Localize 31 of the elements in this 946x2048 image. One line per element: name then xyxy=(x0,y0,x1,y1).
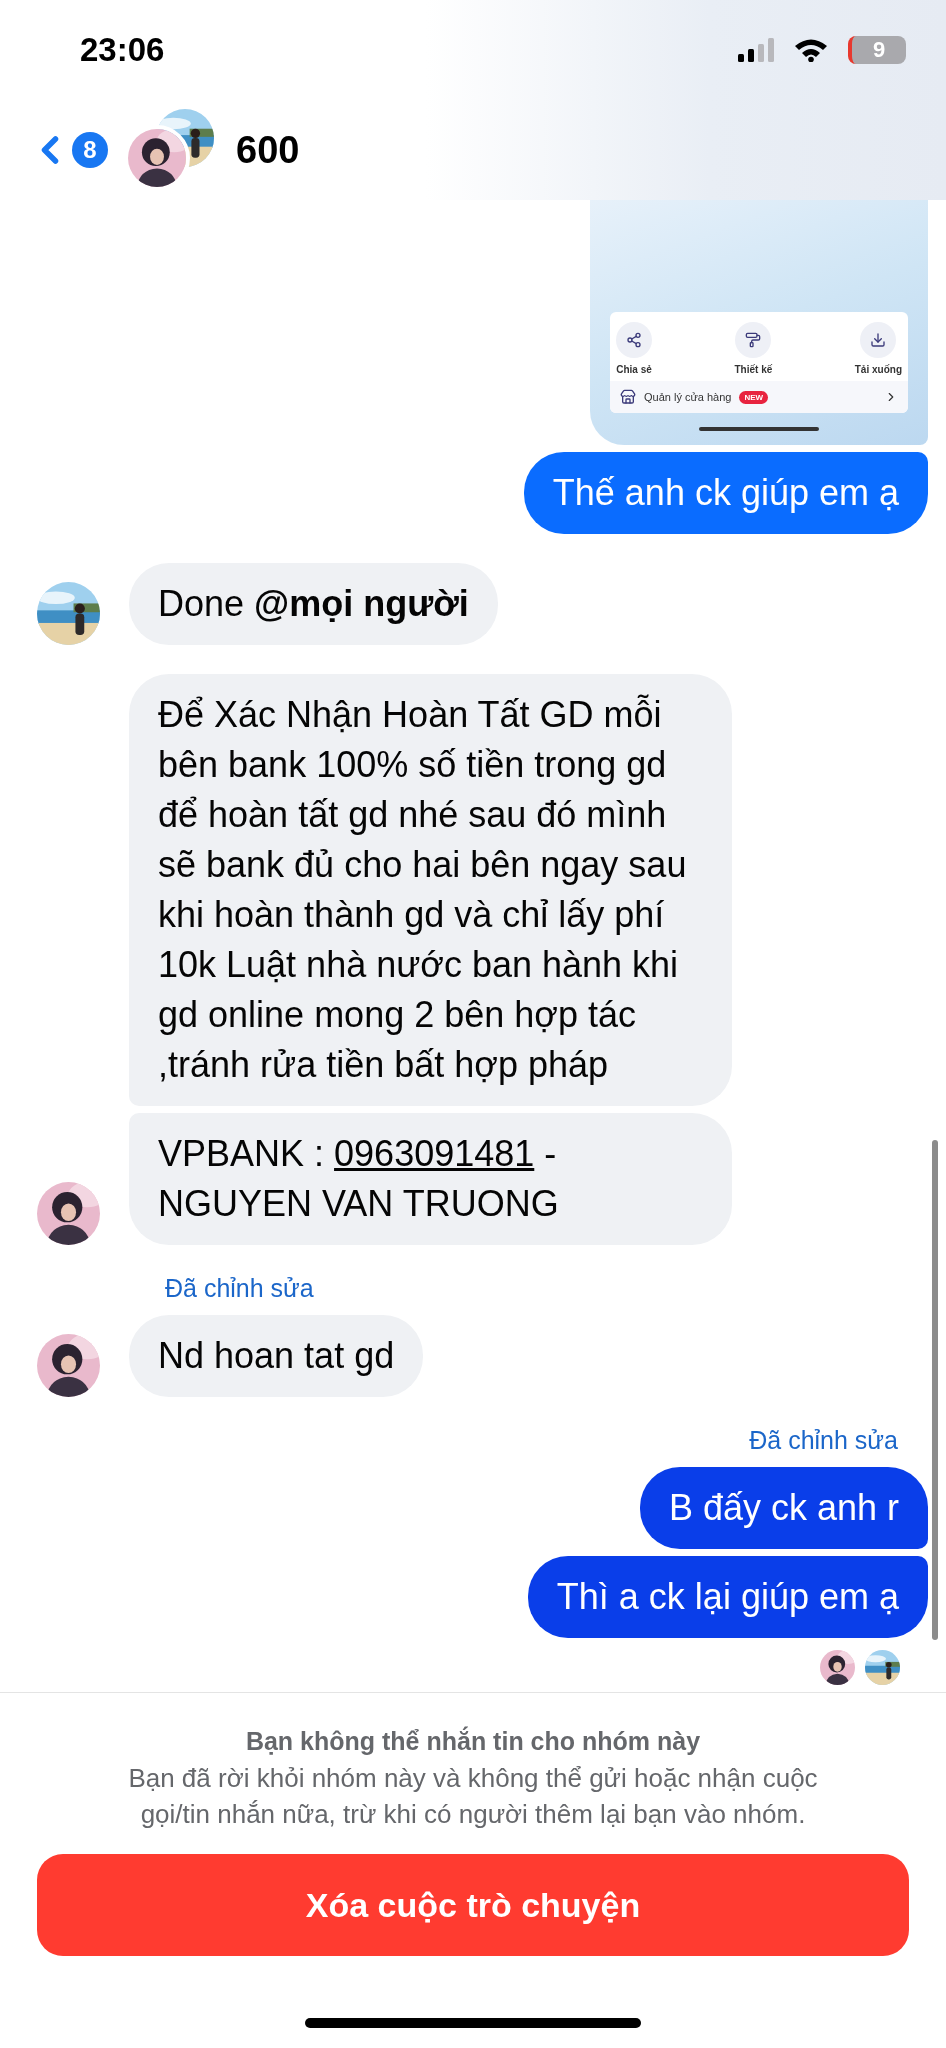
group-title: 600 xyxy=(236,128,300,172)
edited-label: Đã chỉnh sửa xyxy=(749,1426,898,1455)
action-label: Tải xuống xyxy=(854,364,902,375)
action-label: Thiết kế xyxy=(734,364,773,375)
store-label: Quản lý cửa hàng xyxy=(644,391,732,403)
status-time: 23:06 xyxy=(80,31,165,69)
message-text: Done @mọi người xyxy=(158,583,469,624)
battery-indicator: 9 xyxy=(848,36,906,64)
message-text: VPBANK : 0963091481 - NGUYEN VAN TRUONG xyxy=(158,1133,559,1224)
message-text: Nd hoan tat gd xyxy=(158,1335,395,1376)
store-icon xyxy=(620,389,636,405)
paint-roller-icon[interactable] xyxy=(735,322,772,358)
message-text: Thế anh ck giúp em ạ xyxy=(552,472,899,513)
back-button[interactable]: 8 xyxy=(28,128,108,172)
shared-screenshot[interactable]: Chia sẻ Thiết kế Tải xuống Quản lý cửa hàng NEW xyxy=(590,200,928,445)
share-icon[interactable] xyxy=(616,322,652,358)
action-label: Chia sẻ xyxy=(616,364,652,375)
notice-text: Bạn đã rời khỏi nhóm này và không thể gửi hoặc nhận cuộc gọi/tin nhắn nữa, trừ khi có người thêm lại bạn vào nhóm. xyxy=(127,1762,819,1831)
download-icon[interactable] xyxy=(860,322,897,358)
edited-label: Đã chỉnh sửa xyxy=(165,1274,315,1303)
message-text: B đấy ck anh r xyxy=(668,1487,899,1528)
message-text: Thì a ck lại giúp em ạ xyxy=(556,1576,899,1617)
delete-conversation-button[interactable]: Xóa cuộc trò chuyện xyxy=(37,1854,909,1956)
notice-title: Bạn không thể nhắn tin cho nhóm này xyxy=(245,1727,701,1756)
wifi-icon xyxy=(794,38,828,62)
scrollbar[interactable] xyxy=(932,1140,938,1640)
store-row[interactable]: Quản lý cửa hàng NEW xyxy=(610,381,908,413)
signal-icon xyxy=(738,38,774,62)
new-badge: NEW xyxy=(739,390,769,404)
phone-link[interactable]: 0963091481 xyxy=(334,1133,535,1174)
message-text: Để Xác Nhận Hoàn Tất GD mỗi bên bank 100% số tiền trong gd để hoàn tất gd nhé sau đó mình sẽ bank đủ cho hai bên ngay sau khi hoàn thành gd và chỉ lấy phí 10k Luật nhà nước ban hành khi gd online mong 2 bên hợp tác ,tránh rửa tiền bất hợp pháp xyxy=(158,694,687,1085)
